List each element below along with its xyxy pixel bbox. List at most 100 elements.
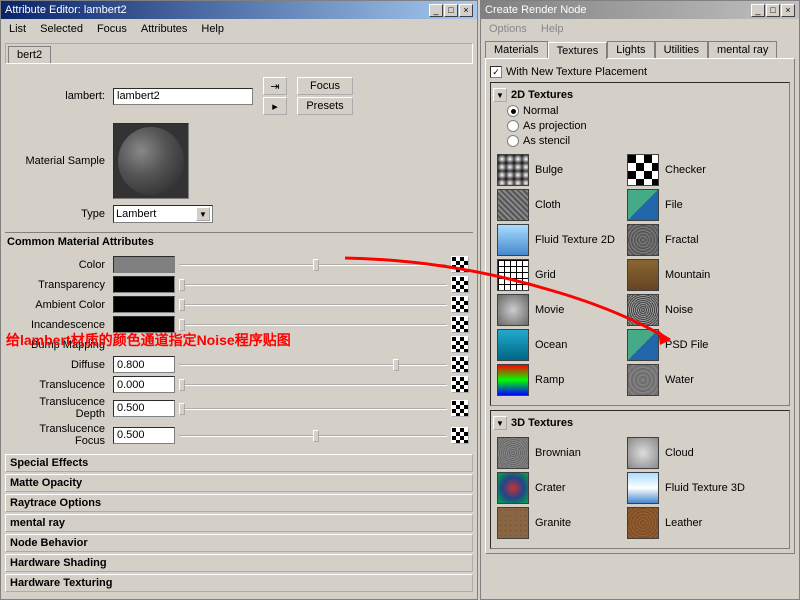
- menu-focus[interactable]: Focus: [91, 21, 133, 37]
- sphere-preview-icon: [118, 127, 184, 195]
- radio-stencil[interactable]: [507, 135, 519, 147]
- texture-movie[interactable]: Movie: [497, 294, 627, 326]
- color-swatch[interactable]: [113, 256, 175, 273]
- goto-icon-button[interactable]: ▸: [263, 97, 287, 115]
- texture-noise[interactable]: Noise: [627, 294, 757, 326]
- texture-ramp[interactable]: Ramp: [497, 364, 627, 396]
- maximize-button[interactable]: □: [766, 4, 780, 17]
- texture-fluid-2d[interactable]: Fluid Texture 2D: [497, 224, 627, 256]
- texture-checker[interactable]: Checker: [627, 154, 757, 186]
- window-title: Attribute Editor: lambert2: [5, 4, 127, 16]
- translucence-slider[interactable]: [179, 376, 447, 393]
- incandescence-slider[interactable]: [179, 316, 447, 333]
- radio-projection[interactable]: [507, 120, 519, 132]
- translucence-map-button[interactable]: [451, 376, 469, 393]
- attr-translucence-label: Translucence: [9, 379, 109, 391]
- diffuse-input[interactable]: [113, 356, 175, 373]
- tab-lights[interactable]: Lights: [607, 41, 654, 58]
- texture-brownian[interactable]: Brownian: [497, 437, 627, 469]
- menu-options[interactable]: Options: [483, 21, 533, 37]
- chevron-down-icon: ▼: [196, 207, 210, 221]
- transl-depth-input[interactable]: [113, 400, 175, 417]
- transparency-slider[interactable]: [179, 276, 447, 293]
- render-node-titlebar[interactable]: Create Render Node _ □ ×: [481, 1, 799, 19]
- maximize-button[interactable]: □: [444, 4, 458, 17]
- presets-button[interactable]: Presets: [297, 97, 353, 115]
- texture-cloud[interactable]: Cloud: [627, 437, 757, 469]
- texture-ocean[interactable]: Ocean: [497, 329, 627, 361]
- section-special-effects[interactable]: Special Effects: [5, 454, 473, 472]
- lambert-name-input[interactable]: [113, 88, 253, 105]
- section-node-behavior[interactable]: Node Behavior: [5, 534, 473, 552]
- transl-focus-slider[interactable]: [179, 427, 447, 444]
- collapse-2d-button[interactable]: ▼: [493, 88, 507, 102]
- minimize-button[interactable]: _: [751, 4, 765, 17]
- menu-help[interactable]: Help: [195, 21, 230, 37]
- lambert-name-label: lambert:: [9, 90, 109, 102]
- diffuse-slider[interactable]: [179, 356, 447, 373]
- ambient-swatch[interactable]: [113, 296, 175, 313]
- focus-button[interactable]: Focus: [297, 77, 353, 95]
- ambient-slider[interactable]: [179, 296, 447, 313]
- render-node-menubar: Options Help: [481, 19, 799, 39]
- collapse-3d-button[interactable]: ▼: [493, 416, 507, 430]
- menu-selected[interactable]: Selected: [34, 21, 89, 37]
- texture-fractal[interactable]: Fractal: [627, 224, 757, 256]
- tab-materials[interactable]: Materials: [485, 41, 548, 58]
- tab-mental-ray[interactable]: mental ray: [708, 41, 777, 58]
- section-hardware-texturing[interactable]: Hardware Texturing: [5, 574, 473, 592]
- section-hardware-shading[interactable]: Hardware Shading: [5, 554, 473, 572]
- incandescence-swatch[interactable]: [113, 316, 175, 333]
- diffuse-map-button[interactable]: [451, 356, 469, 373]
- section-raytrace[interactable]: Raytrace Options: [5, 494, 473, 512]
- attribute-editor-titlebar[interactable]: Attribute Editor: lambert2 _ □ ×: [1, 1, 477, 19]
- attribute-editor-window: Attribute Editor: lambert2 _ □ × List Se…: [0, 0, 478, 600]
- textures-2d-grid: Bulge Checker Cloth File Fluid Texture 2…: [493, 150, 787, 403]
- attribute-editor-menubar: List Selected Focus Attributes Help: [1, 19, 477, 39]
- tab-lambert2[interactable]: bert2: [8, 46, 51, 63]
- type-dropdown[interactable]: Lambert ▼: [113, 205, 213, 223]
- transparency-swatch[interactable]: [113, 276, 175, 293]
- texture-grid[interactable]: Grid: [497, 259, 627, 291]
- tab-textures[interactable]: Textures: [548, 42, 608, 59]
- texture-cloth[interactable]: Cloth: [497, 189, 627, 221]
- transl-focus-map-button[interactable]: [451, 427, 469, 444]
- minimize-button[interactable]: _: [429, 4, 443, 17]
- tab-utilities[interactable]: Utilities: [655, 41, 708, 58]
- menu-list[interactable]: List: [3, 21, 32, 37]
- translucence-input[interactable]: [113, 376, 175, 393]
- material-sample-label: Material Sample: [9, 155, 109, 167]
- menu-help[interactable]: Help: [535, 21, 570, 37]
- radio-normal[interactable]: [507, 105, 519, 117]
- section-3d-textures: 3D Textures: [511, 417, 573, 429]
- bump-map-button[interactable]: [451, 336, 469, 353]
- with-placement-checkbox[interactable]: ✓: [490, 66, 502, 78]
- transparency-map-button[interactable]: [451, 276, 469, 293]
- incandescence-map-button[interactable]: [451, 316, 469, 333]
- ambient-map-button[interactable]: [451, 296, 469, 313]
- section-mental-ray[interactable]: mental ray: [5, 514, 473, 532]
- menu-attributes[interactable]: Attributes: [135, 21, 193, 37]
- texture-water[interactable]: Water: [627, 364, 757, 396]
- type-label: Type: [9, 208, 109, 220]
- section-matte-opacity[interactable]: Matte Opacity: [5, 474, 473, 492]
- load-icon-button[interactable]: ⇥: [263, 77, 287, 95]
- color-map-button[interactable]: [451, 256, 469, 273]
- section-common-attributes[interactable]: Common Material Attributes: [5, 232, 473, 251]
- transl-focus-input[interactable]: [113, 427, 175, 444]
- color-slider[interactable]: [179, 256, 447, 273]
- texture-granite[interactable]: Granite: [497, 507, 627, 539]
- texture-bulge[interactable]: Bulge: [497, 154, 627, 186]
- close-button[interactable]: ×: [781, 4, 795, 17]
- texture-leather[interactable]: Leather: [627, 507, 757, 539]
- texture-crater[interactable]: Crater: [497, 472, 627, 504]
- attr-diffuse-label: Diffuse: [9, 359, 109, 371]
- transl-depth-slider[interactable]: [179, 400, 447, 417]
- texture-psd-file[interactable]: PSD File: [627, 329, 757, 361]
- texture-fluid-3d[interactable]: Fluid Texture 3D: [627, 472, 757, 504]
- close-button[interactable]: ×: [459, 4, 473, 17]
- transl-depth-map-button[interactable]: [451, 400, 469, 417]
- texture-mountain[interactable]: Mountain: [627, 259, 757, 291]
- texture-file[interactable]: File: [627, 189, 757, 221]
- material-sample-preview: [113, 123, 189, 199]
